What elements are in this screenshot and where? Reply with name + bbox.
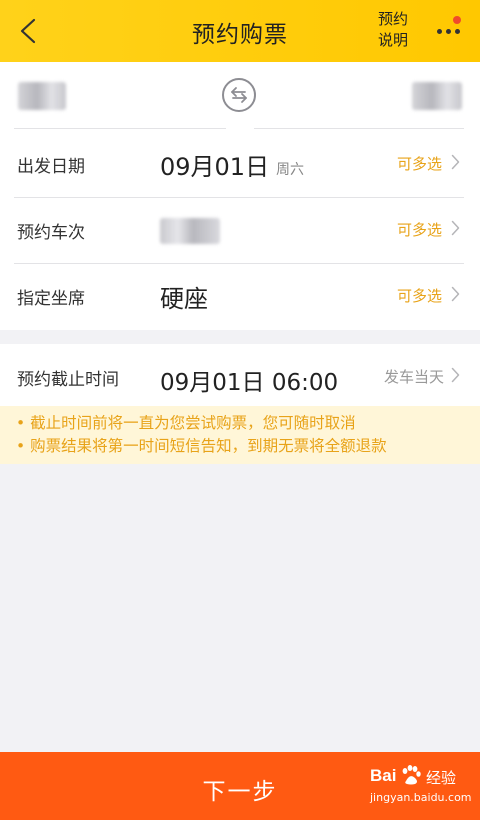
departure-date-row[interactable]: 出发日期 09月01日 周六 可多选 [0, 132, 480, 198]
seat-type-row[interactable]: 指定坐席 硬座 可多选 [0, 264, 480, 330]
deadline-label: 预约截止时间 [17, 370, 119, 390]
booking-info-link[interactable]: 预约 说明 [368, 9, 418, 51]
more-menu-button[interactable] [432, 14, 468, 48]
notice-line: • 截止时间前将一直为您尝试购票，您可随时取消 [16, 414, 356, 432]
train-number-row[interactable]: 预约车次 可多选 [0, 198, 480, 264]
chevron-right-icon [451, 220, 460, 236]
booking-notice: • 截止时间前将一直为您尝试购票，您可随时取消 • 购票结果将第一时间短信告知，… [0, 406, 480, 464]
baidu-jingyan-watermark: Bai 经验 jingyan.baidu.com [370, 765, 472, 812]
chevron-right-icon [451, 286, 460, 302]
more-icon [437, 29, 460, 34]
seat-type-value: 硬座 [160, 285, 208, 313]
chevron-right-icon [451, 154, 460, 170]
departure-station-blurred[interactable] [18, 82, 66, 110]
swap-icon [231, 87, 247, 103]
arrival-station-blurred[interactable] [412, 82, 462, 110]
info-link-line2: 说明 [377, 31, 408, 49]
chevron-right-icon [451, 367, 460, 383]
station-selector [0, 62, 480, 132]
next-step-button[interactable]: 下一步 Bai 经验 jingyan.baidu.com [0, 752, 480, 820]
baidu-paw-logo-icon [402, 765, 421, 785]
watermark-url: jingyan.baidu.com [370, 791, 472, 804]
multi-select-hint: 可多选 [396, 155, 442, 173]
notification-dot [453, 16, 461, 24]
watermark-suffix: 经验 [426, 769, 457, 787]
train-number-blurred [160, 218, 220, 244]
booking-deadline-row[interactable]: 预约截止时间 09月01日 06:00 发车当天 [0, 344, 480, 406]
multi-select-hint: 可多选 [396, 287, 442, 305]
info-link-line1: 预约 [377, 10, 408, 28]
seat-type-label: 指定坐席 [17, 289, 85, 309]
train-number-label: 预约车次 [17, 223, 85, 243]
notice-line: • 购票结果将第一时间短信告知，到期无票将全额退款 [16, 437, 387, 455]
watermark-brand: Bai [370, 766, 397, 785]
departure-date-value: 09月01日 [160, 153, 270, 181]
deadline-option: 发车当天 [383, 368, 444, 386]
departure-date-label: 出发日期 [17, 157, 85, 177]
booking-form: 出发日期 09月01日 周六 可多选 预约车次 可多选 指定坐席 硬座 可多选 [0, 132, 480, 330]
swap-stations-button[interactable] [222, 78, 256, 112]
multi-select-hint: 可多选 [396, 221, 442, 239]
weekday-label: 周六 [276, 162, 304, 178]
deadline-value: 09月01日 06:00 [160, 370, 339, 396]
divider [14, 128, 226, 129]
divider [254, 128, 464, 129]
top-bar: 预约购票 预约 说明 [0, 0, 480, 62]
